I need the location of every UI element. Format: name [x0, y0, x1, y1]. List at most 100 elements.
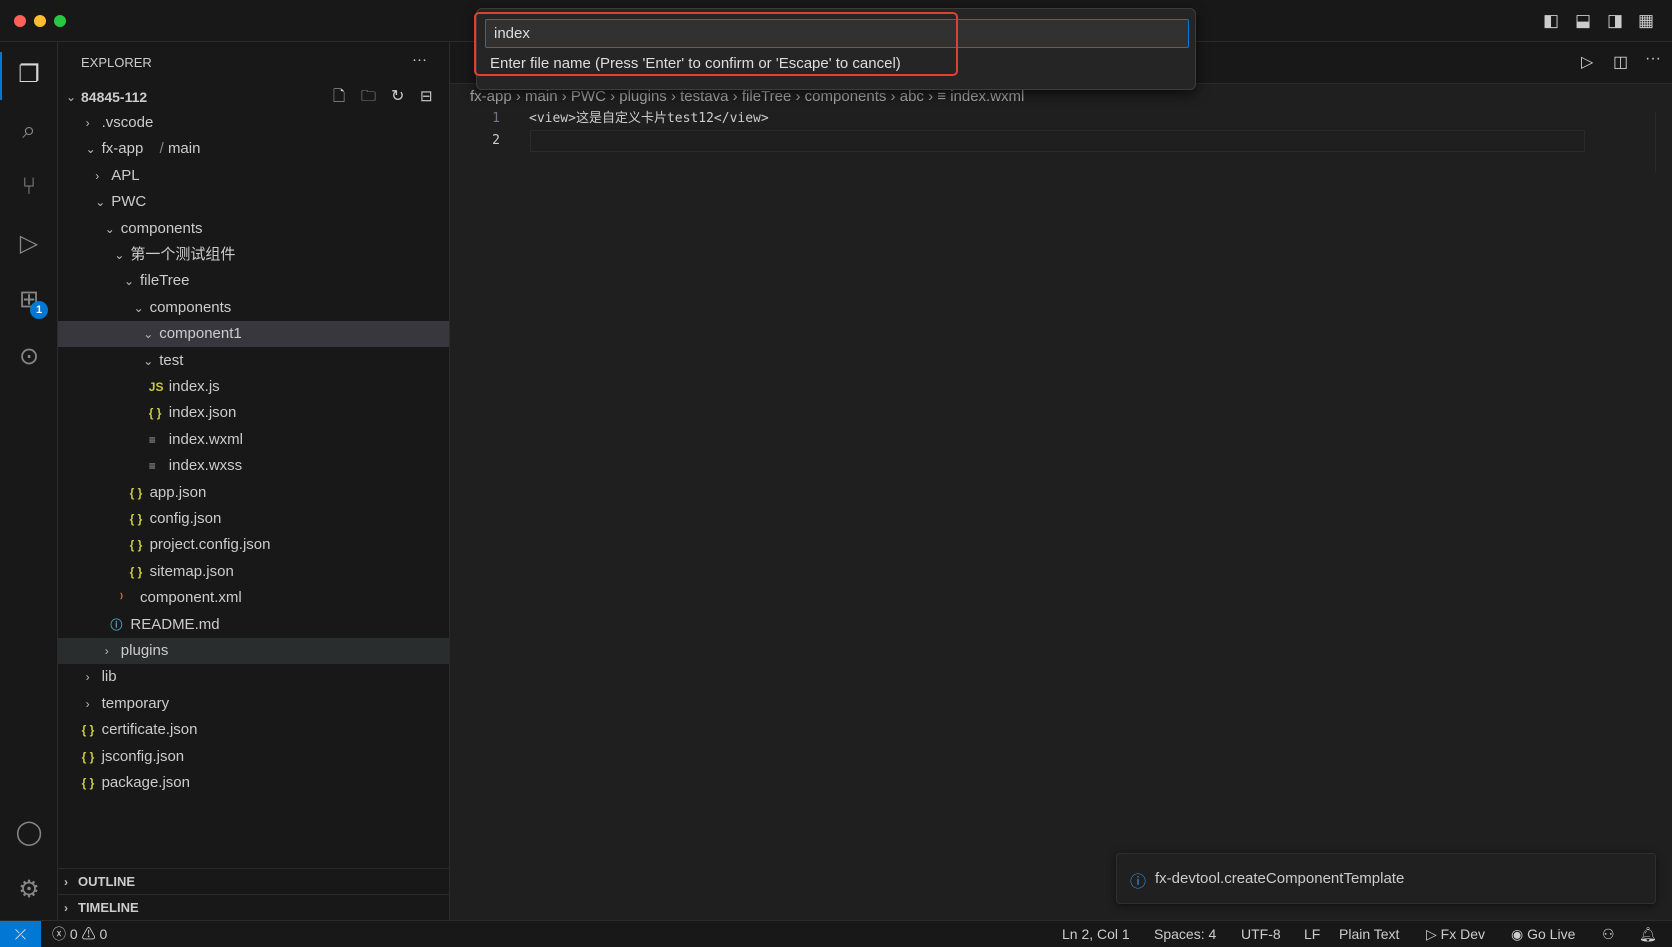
explorer-icon[interactable]: ❐: [12, 58, 46, 92]
encoding[interactable]: UTF-8: [1241, 921, 1281, 947]
split-editor-icon[interactable]: ◫: [1613, 52, 1628, 72]
toggle-panel-icon[interactable]: ⬓: [1575, 11, 1591, 31]
maximize-window-button[interactable]: [54, 15, 66, 27]
breadcrumb-item[interactable]: abc: [900, 88, 924, 105]
settings-gear-icon[interactable]: ⚙: [12, 873, 46, 907]
tree-folder[interactable]: ⌄ 第一个测试组件: [58, 242, 449, 268]
refresh-icon[interactable]: ↻: [391, 84, 404, 110]
tree-file[interactable]: { } app.json: [58, 480, 449, 506]
problems-indicator[interactable]: ⓧ 0 ⚠ 0: [52, 921, 107, 947]
source-control-icon[interactable]: ⑂: [12, 170, 46, 204]
breadcrumb-item[interactable]: PWC: [571, 88, 606, 105]
tree-folder[interactable]: › plugins: [58, 638, 449, 664]
xml-file-icon: ⁾: [120, 591, 123, 606]
chevron-right-icon: ›: [85, 696, 90, 711]
editor-more-icon[interactable]: ···: [1645, 50, 1661, 68]
explorer-title: EXPLORER: [81, 55, 152, 70]
tree-folder[interactable]: ⌄ components: [58, 216, 449, 242]
extensions-icon[interactable]: ⊞ 1: [12, 283, 48, 319]
tree-file[interactable]: { } index.json: [58, 400, 449, 426]
tree-file[interactable]: ≡ index.wxss: [58, 453, 449, 479]
tree-file[interactable]: { } jsconfig.json: [58, 744, 449, 770]
line-text: <view>这是自定义卡片test12</view>: [529, 111, 769, 126]
run-debug-icon[interactable]: ▷: [12, 227, 46, 261]
tree-folder[interactable]: › APL: [58, 163, 449, 189]
fx-dev-button[interactable]: ▷ Fx Dev: [1426, 921, 1485, 947]
tree-folder[interactable]: ⌄ fx-app / main: [58, 136, 449, 162]
new-folder-icon[interactable]: 🗀: [361, 84, 376, 110]
close-window-button[interactable]: [14, 15, 26, 27]
git-graph-icon[interactable]: ⊙: [12, 340, 46, 374]
outline-section-header[interactable]: › OUTLINE: [58, 868, 449, 894]
chevron-right-icon: ›: [85, 670, 90, 685]
line-number: 2: [492, 133, 500, 148]
info-file-icon: ⓘ: [110, 617, 123, 632]
notification-text: fx-devtool.createComponentTemplate: [1155, 870, 1405, 887]
tree-folder[interactable]: ⌄ PWC: [58, 189, 449, 215]
remote-icon[interactable]: ⤫: [0, 921, 41, 947]
tree-folder[interactable]: ⌄ components: [58, 295, 449, 321]
breadcrumb-separator-icon: ›: [557, 88, 571, 105]
tree-folder[interactable]: ⌄ fileTree: [58, 268, 449, 294]
file-icon: ≡: [937, 88, 951, 105]
scrollbar[interactable]: [1655, 112, 1672, 172]
workspace-name: 84845-112: [81, 89, 148, 105]
tree-file[interactable]: { } project.config.json: [58, 532, 449, 558]
tree-file[interactable]: JS index.js: [58, 374, 449, 400]
toggle-secondary-sidebar-icon[interactable]: ◨: [1607, 11, 1623, 31]
workspace-root[interactable]: ⌄ 84845-112 🗋 🗀 ↻ ⊟: [58, 84, 449, 110]
breadcrumb-separator-icon: ›: [791, 88, 805, 105]
json-file-icon: { }: [81, 723, 95, 738]
text-file-icon: ≡: [148, 459, 156, 474]
breadcrumb-item[interactable]: testava: [680, 88, 728, 105]
breadcrumb-item[interactable]: plugins: [619, 88, 667, 105]
new-file-icon[interactable]: 🗋: [333, 84, 345, 110]
accounts-icon[interactable]: ◯: [12, 816, 46, 850]
breadcrumb-item[interactable]: main: [525, 88, 558, 105]
tree-file[interactable]: { } config.json: [58, 506, 449, 532]
chevron-down-icon: ⌄: [124, 274, 135, 289]
tree-file[interactable]: ⓘ README.md: [58, 612, 449, 638]
tree-folder[interactable]: ⌄ component1: [58, 321, 449, 348]
tree-label: project.config.json: [149, 536, 271, 554]
run-icon[interactable]: ▷: [1581, 52, 1593, 72]
breadcrumb-separator-icon: ›: [511, 88, 526, 105]
chevron-down-icon: ⌄: [143, 353, 154, 368]
breadcrumb-item[interactable]: fx-app: [470, 88, 512, 105]
tree-file[interactable]: { } certificate.json: [58, 717, 449, 743]
search-icon[interactable]: ⌕: [12, 114, 46, 148]
end-of-line[interactable]: LF: [1304, 921, 1320, 947]
tree-folder[interactable]: › temporary: [58, 691, 449, 717]
highlight-box: [474, 12, 958, 76]
tree-label: lib: [101, 668, 117, 686]
json-file-icon: { }: [129, 512, 143, 526]
language-mode[interactable]: Plain Text: [1339, 921, 1399, 947]
more-actions-button[interactable]: ···: [412, 51, 427, 68]
timeline-section-header[interactable]: › TIMELINE: [58, 894, 449, 920]
indentation[interactable]: Spaces: 4: [1154, 921, 1216, 947]
collapse-all-icon[interactable]: ⊟: [420, 84, 433, 110]
tree-file[interactable]: ≡ index.wxml: [58, 427, 449, 453]
breadcrumb-item[interactable]: components: [805, 88, 887, 105]
tree-file[interactable]: { } package.json: [58, 770, 449, 796]
tree-folder[interactable]: › .vscode: [58, 110, 449, 136]
tree-folder[interactable]: ⌄ test: [58, 348, 449, 374]
breadcrumb-separator-icon: ›: [728, 88, 742, 105]
breadcrumb-item[interactable]: fileTree: [742, 88, 791, 105]
tree-label: plugins: [120, 642, 169, 659]
accounts-status-icon[interactable]: ⚇: [1602, 921, 1615, 947]
breadcrumb-item[interactable]: index.wxml: [950, 88, 1024, 105]
minimize-window-button[interactable]: [34, 15, 46, 27]
json-file-icon: { }: [129, 485, 143, 500]
tree-folder[interactable]: › lib: [58, 664, 449, 690]
json-file-icon: { }: [129, 564, 143, 579]
tree-file[interactable]: { } sitemap.json: [58, 559, 449, 585]
tree-label: certificate.json: [101, 721, 198, 739]
js-file-icon: JS: [148, 380, 164, 394]
go-live-button[interactable]: ◉ Go Live: [1511, 921, 1575, 947]
cursor-position[interactable]: Ln 2, Col 1: [1062, 921, 1130, 947]
toggle-sidebar-icon[interactable]: ◧: [1543, 11, 1559, 31]
notifications-bell-icon[interactable]: 🔔︎: [1639, 921, 1657, 947]
customize-layout-icon[interactable]: ▦: [1638, 11, 1654, 31]
tree-file[interactable]: ⁾ component.xml: [58, 585, 449, 611]
